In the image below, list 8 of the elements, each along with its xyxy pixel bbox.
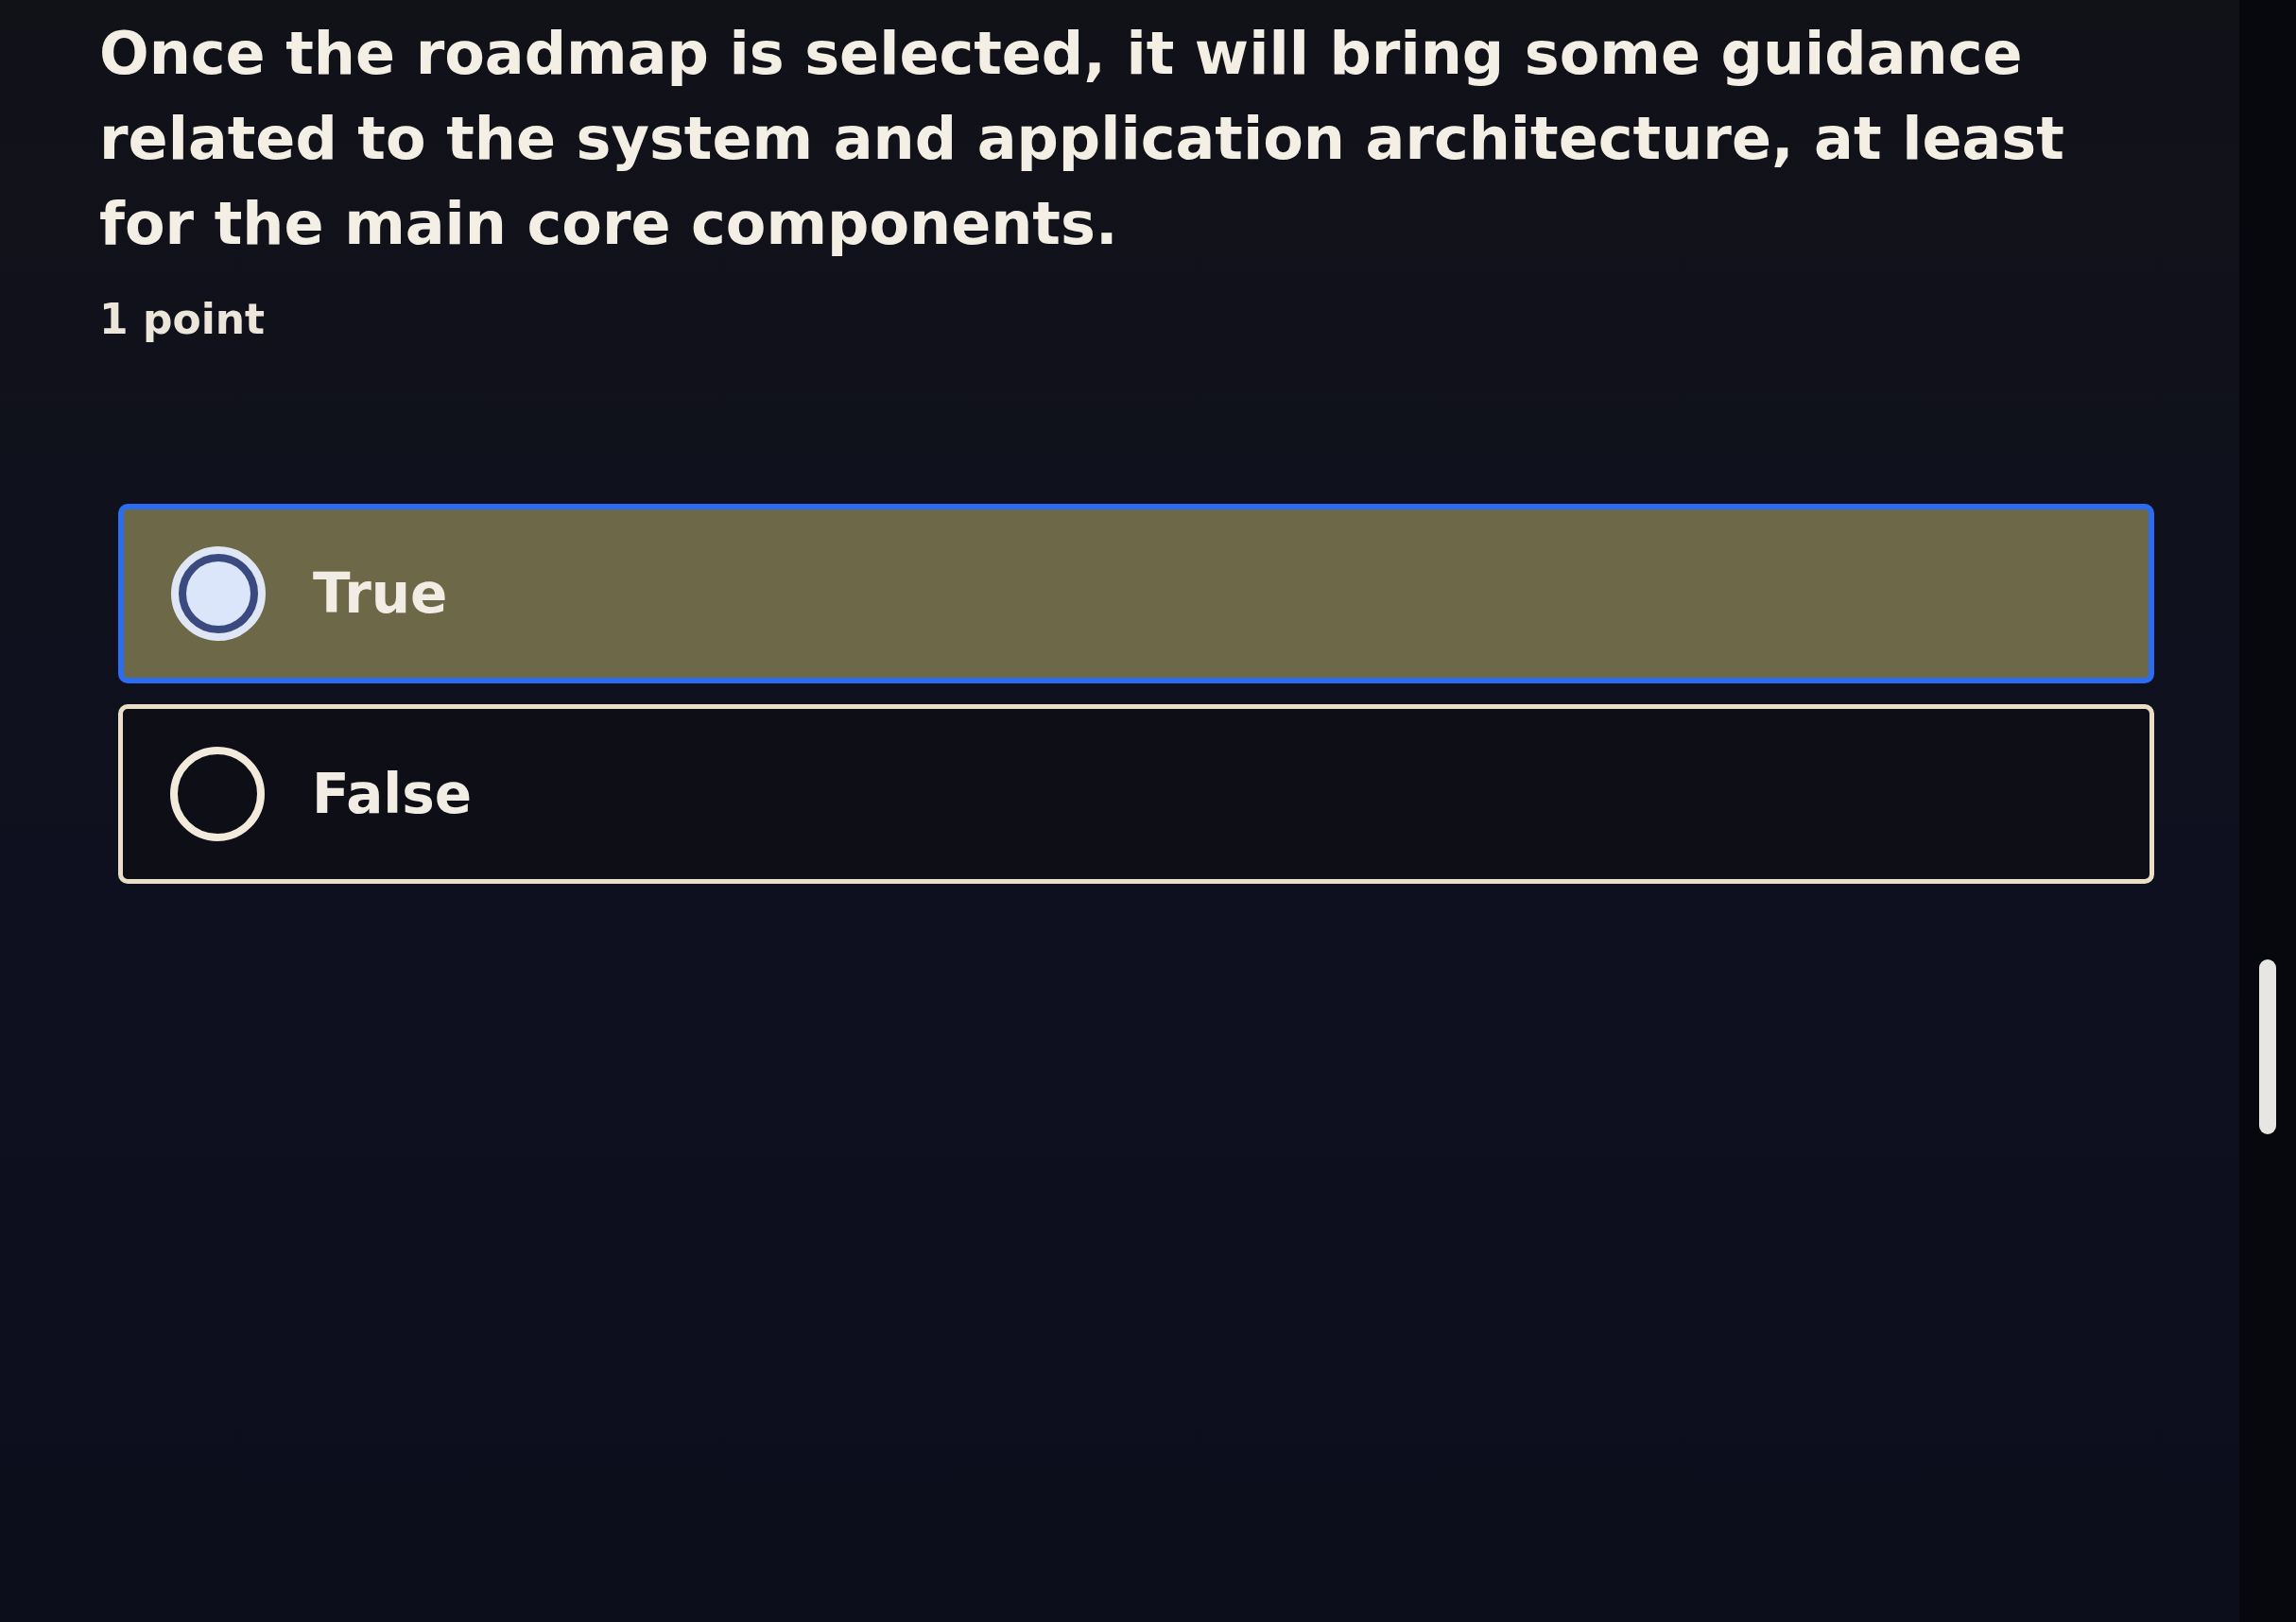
- option-label: True: [313, 561, 448, 626]
- option-label: False: [312, 762, 473, 826]
- points-label: 1 point: [99, 295, 267, 343]
- answer-option[interactable]: False: [118, 704, 2154, 884]
- question-text: Once the roadmap is selected, it will bring some guidance related to the system and application architecture, at least for the main core components.: [99, 18, 2065, 260]
- scrollbar-thumb[interactable]: [2259, 959, 2276, 1134]
- radio-button[interactable]: [170, 747, 265, 841]
- answer-option[interactable]: True: [118, 504, 2154, 683]
